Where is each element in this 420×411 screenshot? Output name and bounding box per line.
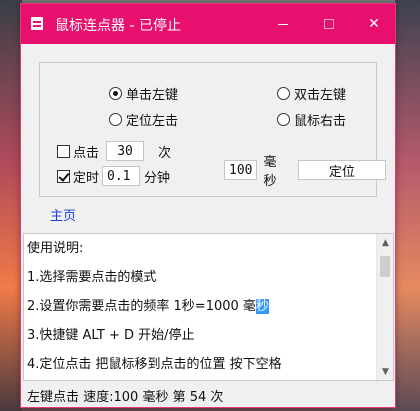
interval-row: 100 毫秒 定位 [224, 151, 387, 189]
click-count-input[interactable]: 30 [106, 141, 145, 161]
maximize-icon [324, 19, 334, 29]
minimize-icon [278, 23, 288, 25]
timer-unit: 分钟 [144, 170, 171, 186]
radio-label: 鼠标右击 [294, 114, 347, 129]
minimize-button[interactable] [260, 4, 306, 44]
instruction-line: 1.选择需要点击的模式 [27, 270, 157, 285]
radio-indicator [277, 87, 290, 100]
scrollbar-thumb[interactable] [380, 256, 390, 277]
instructions-textarea[interactable]: 使用说明: 1.选择需要点击的模式 2.设置你需要点击的频率 1秒=1000 毫… [23, 233, 394, 381]
instruction-line-text: 2.设置你需要点击的频率 1秒=1000 毫 [27, 299, 256, 314]
title-bar[interactable]: 鼠标连点器 - 已停止 ✕ [21, 4, 395, 44]
radio-indicator [109, 113, 122, 126]
timer-checkbox[interactable] [57, 169, 70, 183]
instruction-line: 3.快捷键 ALT + D 开始/停止 [27, 328, 195, 343]
interval-input[interactable]: 100 [224, 160, 258, 180]
timer-input[interactable]: 0.1 [102, 166, 141, 186]
radio-single-left-click[interactable]: 单击左键 [109, 84, 178, 103]
radio-label: 单击左键 [126, 88, 179, 103]
instruction-line: 4.定位点击 把鼠标移到点击的位置 按下空格 [27, 357, 282, 372]
instruction-line: 使用说明: [27, 241, 84, 256]
status-bar: 左键点击 速度:100 毫秒 第 54 次 [27, 390, 224, 405]
home-link[interactable]: 主页 [50, 205, 76, 224]
desktop-background-left [0, 0, 22, 411]
window-title: 鼠标连点器 - 已停止 [55, 18, 181, 34]
radio-double-left-click[interactable]: 双击左键 [277, 84, 346, 103]
app-icon [31, 17, 43, 30]
close-icon: ✕ [368, 16, 380, 32]
timer-row: 定时 0.1 分钟 [57, 166, 170, 186]
selected-text: 秒 [255, 299, 269, 314]
radio-right-click[interactable]: 鼠标右击 [277, 110, 346, 129]
radio-label: 定位左击 [126, 114, 179, 129]
timer-label: 定时 [73, 170, 100, 186]
vertical-scrollbar[interactable]: ▲ ▼ [376, 234, 393, 380]
radio-label: 双击左键 [294, 88, 347, 103]
locate-button[interactable]: 定位 [297, 160, 387, 180]
radio-locate-left-click[interactable]: 定位左击 [109, 110, 178, 129]
scroll-up-icon[interactable]: ▲ [377, 234, 393, 251]
app-window: 鼠标连点器 - 已停止 ✕ 单击左键 双击左键 定位左击 鼠标右击 点击 30 … [20, 3, 396, 408]
scroll-down-icon[interactable]: ▼ [377, 363, 393, 380]
click-count-row: 点击 30 次 [57, 141, 171, 161]
desktop-background-right [395, 0, 420, 411]
interval-unit: 毫秒 [263, 155, 277, 189]
close-button[interactable]: ✕ [351, 4, 397, 44]
settings-group: 单击左键 双击左键 定位左击 鼠标右击 点击 30 次 定时 0.1 分钟 10… [39, 62, 387, 197]
click-count-label: 点击 [73, 145, 100, 161]
instruction-line: 2.设置你需要点击的频率 1秒=1000 毫秒 [27, 295, 269, 314]
radio-indicator [277, 113, 290, 126]
radio-indicator [109, 87, 122, 100]
click-count-checkbox[interactable] [57, 144, 70, 158]
maximize-button [306, 4, 352, 44]
click-count-unit: 次 [158, 145, 172, 161]
